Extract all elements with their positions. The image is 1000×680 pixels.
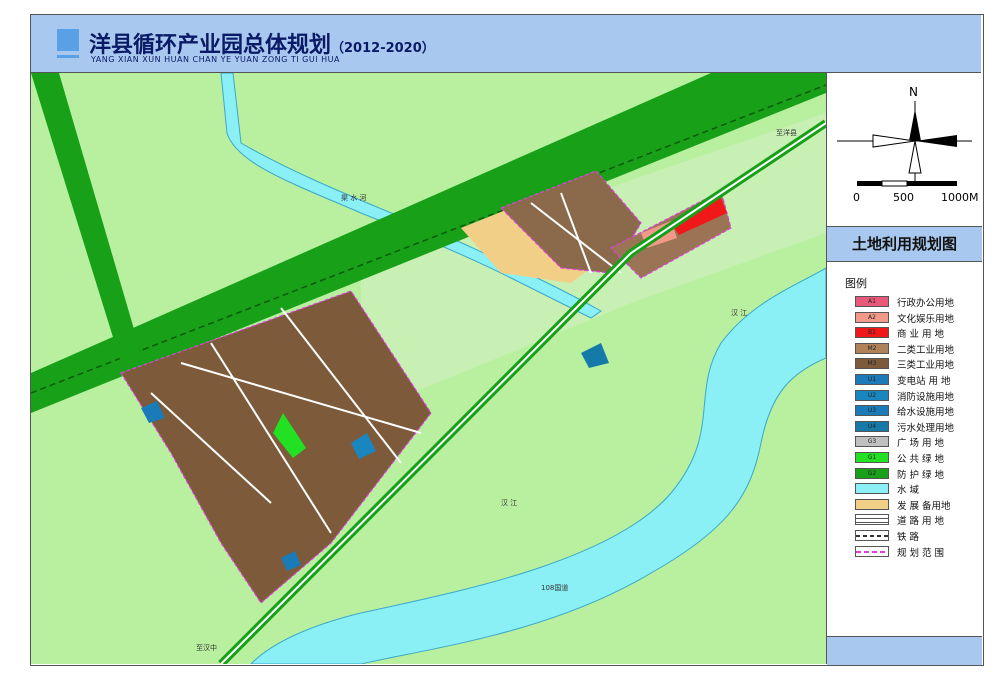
legend-panel: N 0 500 1000M 土地利用规划图 图例 A1 行政办公用地 A2 文化娱乐用… xyxy=(826,73,982,665)
road-label-east: 至洋县 xyxy=(776,129,797,137)
legend-item: G3 广 场 用 地 xyxy=(855,436,980,450)
legend-swatch: G1 xyxy=(855,452,889,463)
legend-label: 二类工业用地 xyxy=(897,344,955,356)
legend-item: U4 污水处理用地 xyxy=(855,420,980,434)
scale-label-1000: 1000M xyxy=(941,191,979,204)
legend-item: 规 划 范 围 xyxy=(855,545,980,559)
legend-heading: 图例 xyxy=(845,277,867,290)
legend-label: 消防设施用地 xyxy=(897,391,955,403)
legend-label: 给水设施用地 xyxy=(897,407,955,419)
legend-item: U1 变电站 用 地 xyxy=(855,374,980,387)
legend-swatch xyxy=(855,530,889,541)
legend-item: G1 公 共 绿 地 xyxy=(855,452,980,465)
legend-label: 行政办公用地 xyxy=(897,298,955,309)
land-use-map: 汉 江 汉 江 至洋县 至汉中 渠 水 河 108国道 xyxy=(31,73,826,664)
scale-label-500: 500 xyxy=(893,191,914,204)
legend-swatch: U2 xyxy=(855,389,889,401)
legend-swatch: A2 xyxy=(855,311,889,323)
legend-swatch: U1 xyxy=(855,374,889,385)
legend-swatch: A1 xyxy=(855,296,889,307)
legend-label: 商 业 用 地 xyxy=(897,329,945,341)
legend-swatch: M3 xyxy=(855,358,889,370)
panel-footer-bar xyxy=(827,636,982,665)
river-label-1: 汉 江 xyxy=(501,499,518,507)
logo-square-icon xyxy=(57,29,79,51)
legend-label: 污水处理用地 xyxy=(897,422,955,434)
legend-swatch xyxy=(855,545,889,557)
north-label: N xyxy=(909,85,918,99)
river-label-2: 汉 江 xyxy=(731,309,748,317)
legend-swatch xyxy=(855,498,889,510)
legend-label: 广 场 用 地 xyxy=(897,438,945,450)
legend-swatch: B1 xyxy=(855,327,889,339)
legend-label: 道 路 用 地 xyxy=(897,516,945,528)
legend-swatch: U3 xyxy=(855,405,889,417)
legend-swatch xyxy=(855,483,889,495)
scale-bar-icon xyxy=(857,180,957,187)
legend-item: 水 域 xyxy=(855,483,980,497)
legend-label: 变电站 用 地 xyxy=(897,376,951,387)
legend-swatch: G2 xyxy=(855,467,889,479)
legend-label: 水 域 xyxy=(897,485,920,497)
legend-item: G2 防 护 绿 地 xyxy=(855,467,980,481)
highway-label: 108国道 xyxy=(541,584,569,592)
legend-item: 发 展 备用地 xyxy=(855,498,980,512)
legend-item: 道 路 用 地 xyxy=(855,514,980,528)
scale-label-0: 0 xyxy=(853,191,860,204)
legend-item: M2 二类工业用地 xyxy=(855,342,980,356)
legend-label: 铁 路 xyxy=(897,532,920,543)
map-canvas xyxy=(31,73,826,664)
legend-item: 铁 路 xyxy=(855,530,980,543)
legend-item: A2 文化娱乐用地 xyxy=(855,311,980,325)
page-subtitle: YANG XIAN XUN HUAN CHAN YE YUAN ZONG TI … xyxy=(91,55,340,64)
legend-item: A1 行政办公用地 xyxy=(855,296,980,309)
legend-label: 防 护 绿 地 xyxy=(897,469,945,481)
legend-label: 公 共 绿 地 xyxy=(897,454,945,465)
panel-title: 土地利用规划图 xyxy=(827,226,982,262)
legend-item: U3 给水设施用地 xyxy=(855,405,980,419)
legend-label: 发 展 备用地 xyxy=(897,500,951,512)
legend-item: U2 消防设施用地 xyxy=(855,389,980,403)
legend-swatch xyxy=(855,514,889,526)
legend-item: M3 三类工业用地 xyxy=(855,358,980,372)
legend-swatch: G3 xyxy=(855,436,889,448)
legend-swatch: M2 xyxy=(855,342,889,354)
legend-label: 文化娱乐用地 xyxy=(897,313,955,325)
logo-bar-icon xyxy=(57,55,79,58)
legend-item: B1 商 业 用 地 xyxy=(855,327,980,341)
title-years: （2012-2020） xyxy=(331,41,435,56)
legend-label: 三类工业用地 xyxy=(897,360,955,372)
canal-label: 渠 水 河 xyxy=(341,194,367,202)
road-label-sw: 至汉中 xyxy=(196,644,217,652)
legend-swatch: U4 xyxy=(855,420,889,432)
header-bar: 洋县循环产业园总体规划（2012-2020） YANG XIAN XUN HUA… xyxy=(31,15,981,73)
legend-label: 规 划 范 围 xyxy=(897,547,945,559)
